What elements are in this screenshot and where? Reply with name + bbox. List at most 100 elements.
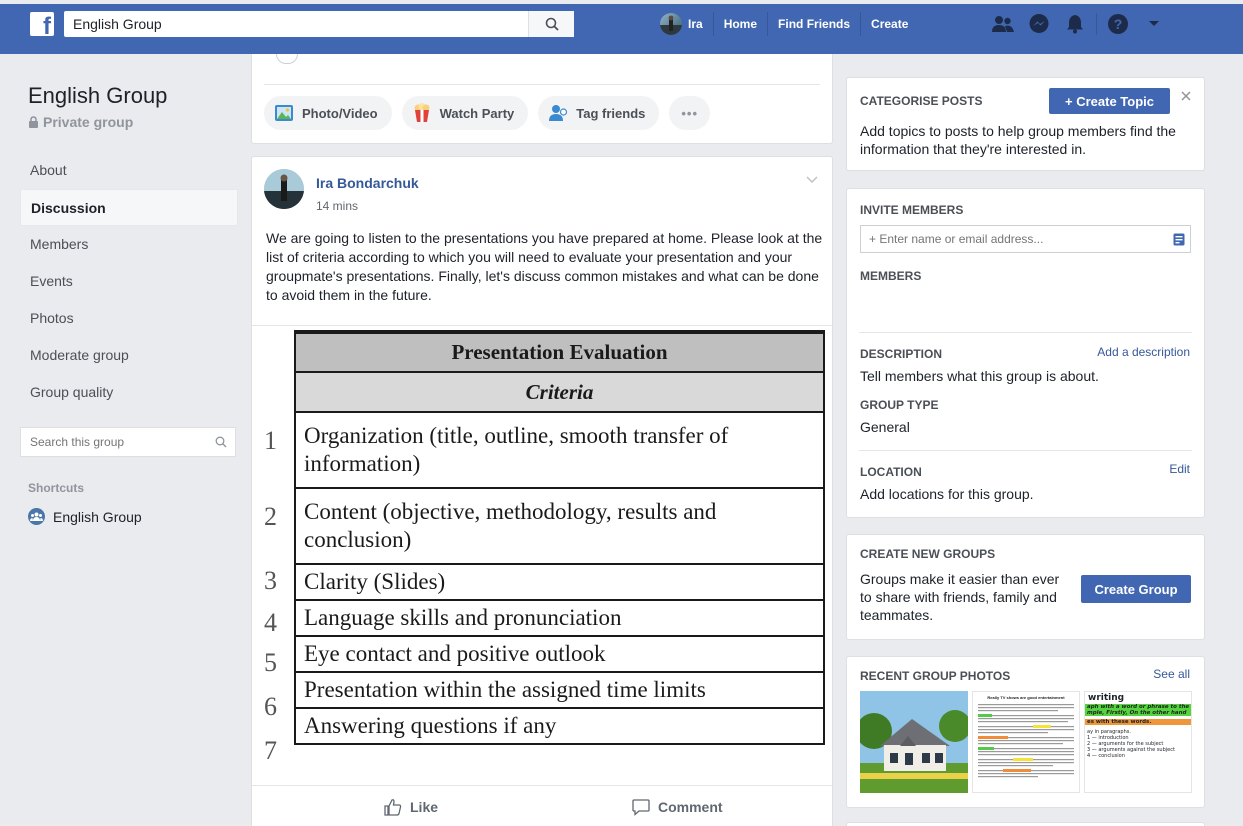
nav-divider (1096, 13, 1097, 35)
criteria-number: 1 (264, 426, 277, 455)
recent-photos-card: RECENT GROUP PHOTOS See all Really TV sh… (846, 656, 1205, 808)
create-group-button[interactable]: Create Group (1081, 575, 1191, 603)
photo-video-label: Photo/Video (302, 105, 378, 121)
criteria-row: Clarity (Slides) (294, 563, 825, 601)
sidebar-item-moderate-group[interactable]: Moderate group (20, 337, 240, 374)
top-bar: f Ira Home Find Friends Create (0, 0, 1243, 54)
like-label: Like (410, 799, 439, 815)
photo-thumbnail-writing[interactable]: writing aph with a word or phrase to the… (1084, 691, 1192, 793)
privacy-label: Private group (20, 114, 240, 130)
profile-link[interactable]: Ira (658, 12, 714, 36)
author-avatar[interactable] (264, 169, 304, 209)
comment-label: Comment (658, 799, 723, 815)
composer-avatar-partial (276, 54, 298, 64)
table-title: Presentation Evaluation (294, 330, 825, 373)
top-nav: Ira Home Find Friends Create (658, 12, 918, 36)
criteria-row: Presentation within the assigned time li… (294, 671, 825, 709)
help-icon[interactable]: ? (1100, 12, 1136, 36)
table-subtitle: Criteria (294, 371, 825, 413)
criteria-row: Content (objective, methodology, results… (294, 487, 825, 565)
facebook-logo-icon[interactable]: f (30, 12, 54, 39)
post-options-chevron-down-icon[interactable] (806, 173, 818, 187)
thumbs-up-icon (384, 799, 402, 816)
messenger-icon[interactable] (1021, 12, 1057, 36)
sidebar-item-events[interactable]: Events (20, 263, 240, 300)
description-title: DESCRIPTION (860, 347, 943, 361)
global-search-input[interactable] (64, 12, 528, 36)
sidebar-item-about[interactable]: About (20, 152, 240, 189)
account-menu-chevron-down-icon[interactable] (1136, 12, 1172, 36)
composer-actions: Photo/Video Watch Party Tag friends ••• (264, 96, 711, 130)
criteria-number: 4 (264, 608, 277, 637)
group-type-title: GROUP TYPE (860, 398, 939, 412)
notifications-bell-icon[interactable] (1057, 12, 1093, 36)
group-search-input[interactable] (21, 435, 207, 449)
post-author[interactable]: Ira Bondarchuk (316, 175, 419, 191)
friend-requests-icon[interactable] (985, 12, 1021, 36)
profile-name: Ira (688, 17, 703, 31)
invite-members-field (860, 225, 1191, 253)
nav-home[interactable]: Home (714, 12, 769, 36)
edit-location-link[interactable]: Edit (1169, 462, 1190, 476)
more-options-button[interactable]: ••• (669, 96, 711, 130)
sidebar-item-photos[interactable]: Photos (20, 300, 240, 337)
sidebar-item-members[interactable]: Members (20, 226, 240, 263)
categorise-description: Add topics to posts to help group member… (860, 123, 1176, 157)
create-topic-button[interactable]: + Create Topic (1049, 88, 1170, 114)
left-sidebar: English Group Private group About Discus… (20, 82, 240, 525)
create-groups-title: CREATE NEW GROUPS (860, 547, 996, 561)
contact-card-icon[interactable] (1168, 233, 1190, 246)
categorise-posts-card: CATEGORISE POSTS + Create Topic Add topi… (846, 77, 1205, 171)
post-card: Ira Bondarchuk 14 mins We are going to l… (251, 156, 833, 826)
comment-button[interactable]: Comment (632, 798, 723, 816)
photo-thumbnail-house[interactable] (860, 691, 968, 793)
group-search (20, 427, 236, 457)
close-icon[interactable] (1180, 90, 1192, 105)
photo-icon (275, 105, 293, 121)
thumbnail-line: 4 — conclusion (1087, 753, 1125, 759)
search-button[interactable] (528, 11, 574, 37)
avatar (660, 13, 682, 35)
photo-video-button[interactable]: Photo/Video (264, 96, 392, 130)
divider (859, 332, 1192, 333)
thumbnail-line: es with these words. (1085, 719, 1191, 725)
top-icons: ? (985, 12, 1172, 36)
search-icon[interactable] (207, 436, 235, 448)
criteria-row: Organization (title, outline, smooth tra… (294, 411, 825, 489)
watch-party-button[interactable]: Watch Party (401, 96, 529, 130)
post-actions: Like Comment (252, 785, 832, 826)
global-search (64, 11, 574, 37)
categorise-title: CATEGORISE POSTS (860, 94, 983, 108)
recent-photos-title: RECENT GROUP PHOTOS (860, 669, 1011, 683)
photo-thumbnail-document[interactable]: Really TV shows are good entertainment (972, 691, 1080, 793)
watch-party-label: Watch Party (439, 105, 515, 121)
shortcuts-heading: Shortcuts (28, 481, 85, 495)
post-timestamp[interactable]: 14 mins (316, 199, 419, 213)
group-icon (28, 508, 45, 525)
location-text: Add locations for this group. (860, 486, 1034, 502)
see-all-link[interactable]: See all (1153, 667, 1190, 681)
like-button[interactable]: Like (384, 798, 438, 816)
post-body-text: We are going to listen to the presentati… (266, 230, 823, 303)
nav-create[interactable]: Create (861, 12, 918, 36)
tag-friends-button[interactable]: Tag friends (538, 96, 660, 130)
group-name[interactable]: English Group (20, 82, 240, 110)
sidebar-item-discussion[interactable]: Discussion (20, 189, 238, 226)
group-nav: About Discussion Members Events Photos M… (20, 152, 240, 411)
sidebar-item-group-quality[interactable]: Group quality (20, 374, 240, 411)
description-text: Tell members what this group is about. (860, 368, 1099, 384)
invite-members-input[interactable] (861, 232, 1168, 246)
shortcut-english-group[interactable]: English Group (20, 508, 240, 525)
svg-text:?: ? (1114, 16, 1123, 32)
criteria-row: Answering questions if any (294, 707, 825, 745)
popcorn-icon (414, 103, 430, 122)
shortcut-label: English Group (53, 508, 142, 525)
post-image[interactable]: Presentation Evaluation Criteria Organiz… (252, 325, 832, 785)
add-description-link[interactable]: Add a description (1097, 345, 1190, 359)
post-composer: Photo/Video Watch Party Tag friends ••• (251, 54, 833, 144)
criteria-number: 2 (264, 502, 277, 531)
thumbnail-heading: writing (1088, 693, 1125, 703)
criteria-row: Eye contact and positive outlook (294, 635, 825, 673)
next-card-partial (846, 822, 1205, 826)
nav-find-friends[interactable]: Find Friends (768, 12, 862, 36)
